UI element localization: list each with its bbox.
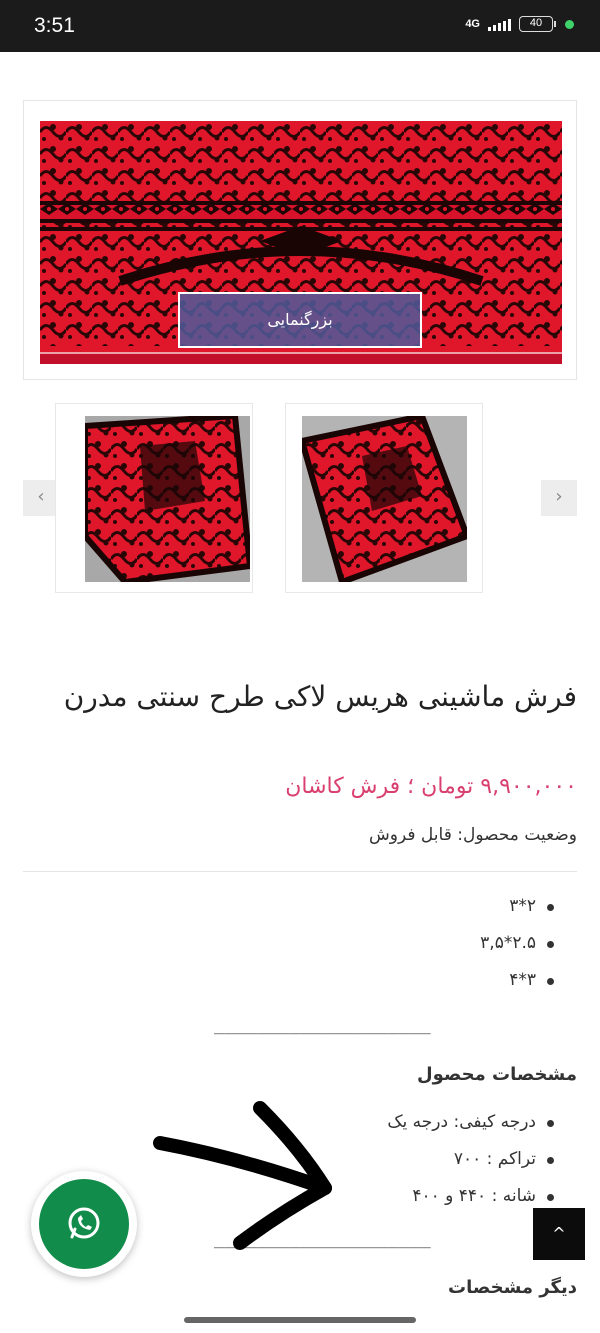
status-time: 3:51 bbox=[34, 14, 75, 37]
list-item: ۲*۳ bbox=[480, 888, 554, 925]
home-indicator[interactable] bbox=[184, 1317, 416, 1323]
specs-heading: مشخصات محصول bbox=[416, 1064, 577, 1085]
status-bar: 3:51 4G 40 bbox=[0, 0, 600, 52]
list-item: ۲.۵*۳,۵ bbox=[480, 925, 554, 962]
thumbnail-image bbox=[82, 412, 252, 586]
size-list: ۲*۳ ۲.۵*۳,۵ ۳*۴ bbox=[480, 888, 554, 999]
dash-divider: ____________________ bbox=[214, 1228, 431, 1249]
privacy-dot-icon bbox=[565, 19, 574, 29]
product-price: ۹,۹۰۰,۰۰۰ تومان ؛ فرش کاشان bbox=[285, 774, 577, 799]
thumbnail-2[interactable] bbox=[55, 403, 253, 593]
thumbnail-image bbox=[298, 412, 471, 586]
list-item: ۳*۴ bbox=[480, 962, 554, 999]
product-title: فرش ماشینی هریس لاکی طرح سنتی مدرن bbox=[63, 680, 577, 713]
next-arrow-icon[interactable]: › bbox=[541, 480, 577, 516]
list-item: شانه : ۴۴۰ و ۴۰۰ bbox=[387, 1178, 554, 1215]
thumbnail-1[interactable] bbox=[285, 403, 483, 593]
list-item: تراکم : ۷۰۰ bbox=[387, 1141, 554, 1178]
zoom-button[interactable]: بزرگنمایی bbox=[178, 292, 422, 348]
prev-arrow-icon[interactable]: ‹ bbox=[23, 480, 59, 516]
product-status: وضعیت محصول: قابل فروش bbox=[369, 825, 577, 845]
battery-icon: 40 bbox=[519, 16, 556, 32]
whatsapp-button[interactable] bbox=[31, 1171, 137, 1277]
other-specs-heading: دیگر مشخصات bbox=[448, 1277, 577, 1298]
status-icons: 4G 40 bbox=[465, 16, 574, 32]
back-to-top-button[interactable]: ^ bbox=[533, 1208, 585, 1260]
network-type: 4G bbox=[465, 18, 480, 30]
divider bbox=[23, 871, 577, 872]
list-item: درجه کیفی: درجه یک bbox=[387, 1104, 554, 1141]
specs-list: درجه کیفی: درجه یک تراکم : ۷۰۰ شانه : ۴۴… bbox=[387, 1104, 554, 1215]
signal-icon bbox=[488, 17, 511, 31]
dash-divider: ____________________ bbox=[214, 1014, 431, 1035]
whatsapp-icon bbox=[39, 1179, 129, 1269]
